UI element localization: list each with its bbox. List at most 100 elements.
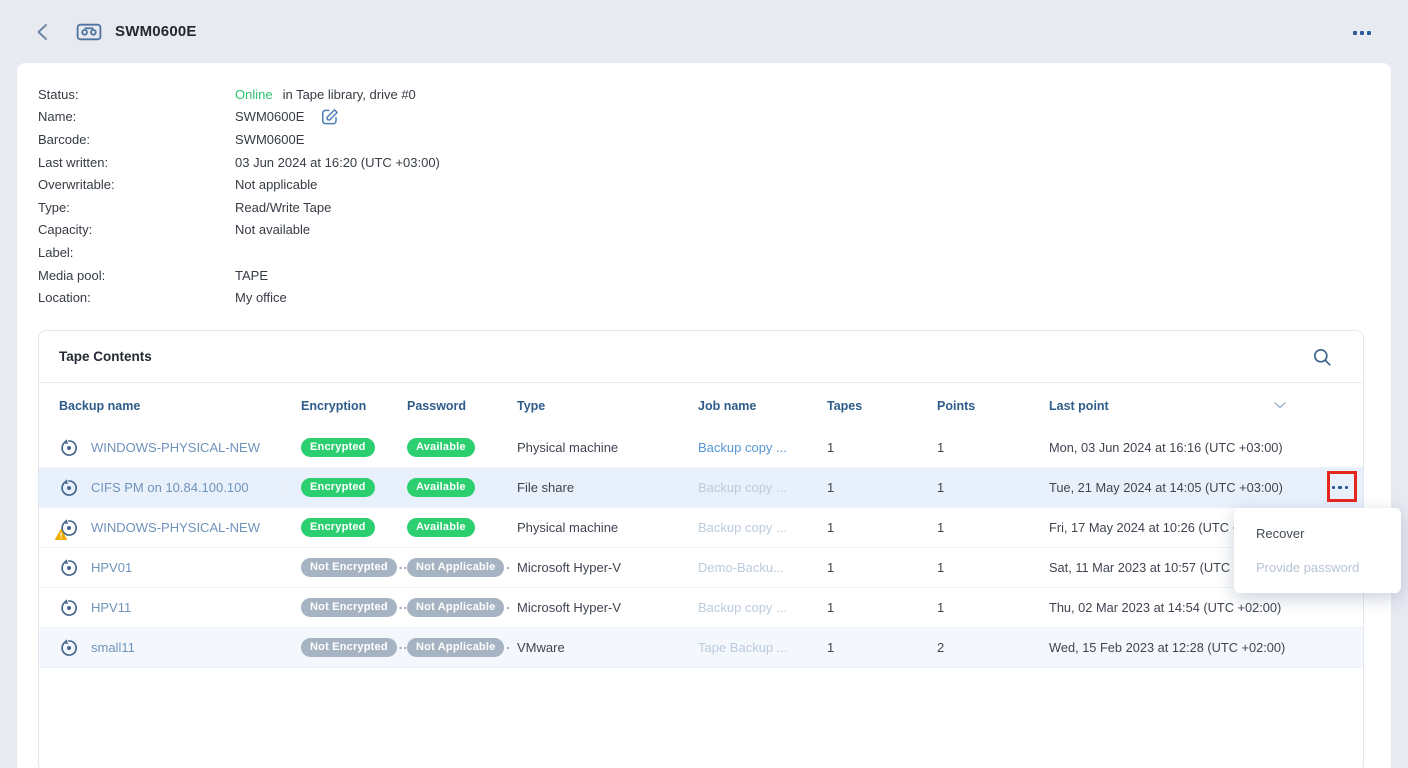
- chevron-left-icon: [36, 23, 48, 41]
- password-cell: Not Applicable.: [392, 558, 502, 577]
- detail-value: SWM0600E: [235, 109, 304, 124]
- detail-label: Type:: [38, 200, 235, 215]
- password-badge: Not Applicable: [407, 598, 504, 617]
- points-cell: 2: [922, 640, 1034, 655]
- detail-value: 03 Jun 2024 at 16:20 (UTC +03:00): [235, 155, 440, 170]
- detail-row: Label:: [38, 241, 440, 264]
- backup-name-cell: ! HPV11: [39, 598, 286, 618]
- points-cell: 1: [922, 560, 1034, 575]
- search-button[interactable]: [1312, 347, 1333, 373]
- password-badge: Available: [407, 438, 475, 457]
- column-header-job-name[interactable]: Job name: [683, 399, 812, 413]
- job-name-link[interactable]: Backup copy ...: [698, 440, 787, 455]
- password-badge: Not Applicable: [407, 558, 504, 577]
- table-row[interactable]: ! HPV01 Not Encrypted.. Not Applicable. …: [39, 548, 1363, 588]
- back-button[interactable]: [36, 23, 50, 41]
- points-cell: 1: [922, 600, 1034, 615]
- detail-label: Location:: [38, 290, 235, 305]
- table-row[interactable]: ! CIFS PM on 10.84.100.100 Encrypted Ava…: [39, 468, 1363, 508]
- encryption-badge: Not Encrypted: [301, 638, 397, 657]
- detail-label: Overwritable:: [38, 177, 235, 192]
- backup-name-link[interactable]: WINDOWS-PHYSICAL-NEW: [91, 520, 260, 535]
- points-cell: 1: [922, 520, 1034, 535]
- column-header-tapes[interactable]: Tapes: [812, 399, 922, 413]
- password-cell: Available: [392, 478, 502, 497]
- backup-name-link[interactable]: CIFS PM on 10.84.100.100: [91, 480, 249, 495]
- type-cell: Physical machine: [502, 440, 683, 455]
- detail-label: Status:: [38, 87, 235, 102]
- encryption-cell: Not Encrypted..: [286, 638, 392, 657]
- search-icon: [1312, 347, 1333, 368]
- page-title: SWM0600E: [115, 23, 197, 40]
- password-cell: Not Applicable.: [392, 598, 502, 617]
- detail-row: Status: Onlinein Tape library, drive #0: [38, 83, 440, 106]
- job-name-link: Backup copy ...: [698, 520, 787, 535]
- detail-label: Label:: [38, 245, 235, 260]
- restore-point-icon: !: [59, 478, 79, 498]
- job-name-link: Demo-Backu...: [698, 560, 784, 575]
- context-menu-item-recover[interactable]: Recover: [1234, 517, 1401, 551]
- password-badge: Available: [407, 478, 475, 497]
- job-name-cell: Backup copy ...: [683, 520, 812, 535]
- page-actions-button[interactable]: [1353, 31, 1371, 35]
- warning-icon: !: [54, 528, 68, 541]
- column-header-points[interactable]: Points: [922, 399, 1034, 413]
- column-header-last-point[interactable]: Last point: [1034, 399, 1363, 413]
- tapes-cell: 1: [812, 560, 922, 575]
- tapes-cell: 1: [812, 440, 922, 455]
- password-badge: Available: [407, 518, 475, 537]
- card-title: Tape Contents: [59, 349, 152, 364]
- encryption-badge: Encrypted: [301, 518, 375, 537]
- column-header-type[interactable]: Type: [502, 399, 683, 413]
- backup-name-link[interactable]: small11: [91, 640, 135, 655]
- column-header-label: Last point: [1049, 399, 1109, 413]
- detail-value-part: SWM0600E: [235, 132, 304, 147]
- encryption-badge: Encrypted: [301, 478, 375, 497]
- restore-point-icon: !: [59, 598, 79, 618]
- restore-point-icon: !: [59, 438, 79, 458]
- table-row[interactable]: ! WINDOWS-PHYSICAL-NEW Encrypted Availab…: [39, 508, 1363, 548]
- detail-value: Onlinein Tape library, drive #0: [235, 87, 416, 102]
- edit-icon[interactable]: [320, 107, 339, 126]
- password-cell: Available: [392, 438, 502, 457]
- detail-value-part: 03 Jun 2024 at 16:20 (UTC +03:00): [235, 155, 440, 170]
- backup-name-cell: ! WINDOWS-PHYSICAL-NEW: [39, 438, 286, 458]
- type-cell: File share: [502, 480, 683, 495]
- points-cell: 1: [922, 440, 1034, 455]
- backup-name-cell: ! small11: [39, 638, 286, 658]
- detail-row: Type: Read/Write Tape: [38, 196, 440, 219]
- column-header-password[interactable]: Password: [392, 399, 502, 413]
- encryption-badge: Not Encrypted: [301, 558, 397, 577]
- type-cell: Microsoft Hyper-V: [502, 600, 683, 615]
- table-row[interactable]: ! WINDOWS-PHYSICAL-NEW Encrypted Availab…: [39, 428, 1363, 468]
- column-header-backup-name[interactable]: Backup name: [39, 399, 286, 413]
- top-bar: SWM0600E: [0, 0, 1408, 63]
- password-cell: Available: [392, 518, 502, 537]
- detail-row: Media pool: TAPE: [38, 264, 440, 287]
- job-name-link: Backup copy ...: [698, 600, 787, 615]
- encryption-badge: Not Encrypted: [301, 598, 397, 617]
- type-cell: Microsoft Hyper-V: [502, 560, 683, 575]
- detail-value-part: Not available: [235, 222, 310, 237]
- chevron-down-icon[interactable]: [1274, 402, 1286, 409]
- tapes-cell: 1: [812, 600, 922, 615]
- detail-label: Barcode:: [38, 132, 235, 147]
- detail-row: Last written: 03 Jun 2024 at 16:20 (UTC …: [38, 151, 440, 174]
- detail-row: Overwritable: Not applicable: [38, 173, 440, 196]
- job-name-cell: Backup copy ...: [683, 480, 812, 495]
- annotation-highlight-box: [1327, 471, 1357, 502]
- column-header-encryption[interactable]: Encryption: [286, 399, 392, 413]
- backup-name-link[interactable]: WINDOWS-PHYSICAL-NEW: [91, 440, 260, 455]
- last-point-cell: Wed, 15 Feb 2023 at 12:28 (UTC +02:00): [1034, 640, 1363, 655]
- detail-value-part: Online: [235, 87, 273, 102]
- backup-name-link[interactable]: HPV01: [91, 560, 132, 575]
- detail-value-part: Read/Write Tape: [235, 200, 331, 215]
- job-name-link: Backup copy ...: [698, 480, 787, 495]
- restore-point-icon: !: [59, 558, 79, 578]
- backup-name-link[interactable]: HPV11: [91, 600, 131, 615]
- card-header: Tape Contents: [39, 331, 1363, 383]
- table-row[interactable]: ! HPV11 Not Encrypted.. Not Applicable. …: [39, 588, 1363, 628]
- table-row[interactable]: ! small11 Not Encrypted.. Not Applicable…: [39, 628, 1363, 668]
- detail-label: Last written:: [38, 155, 235, 170]
- svg-text:!: !: [60, 530, 63, 540]
